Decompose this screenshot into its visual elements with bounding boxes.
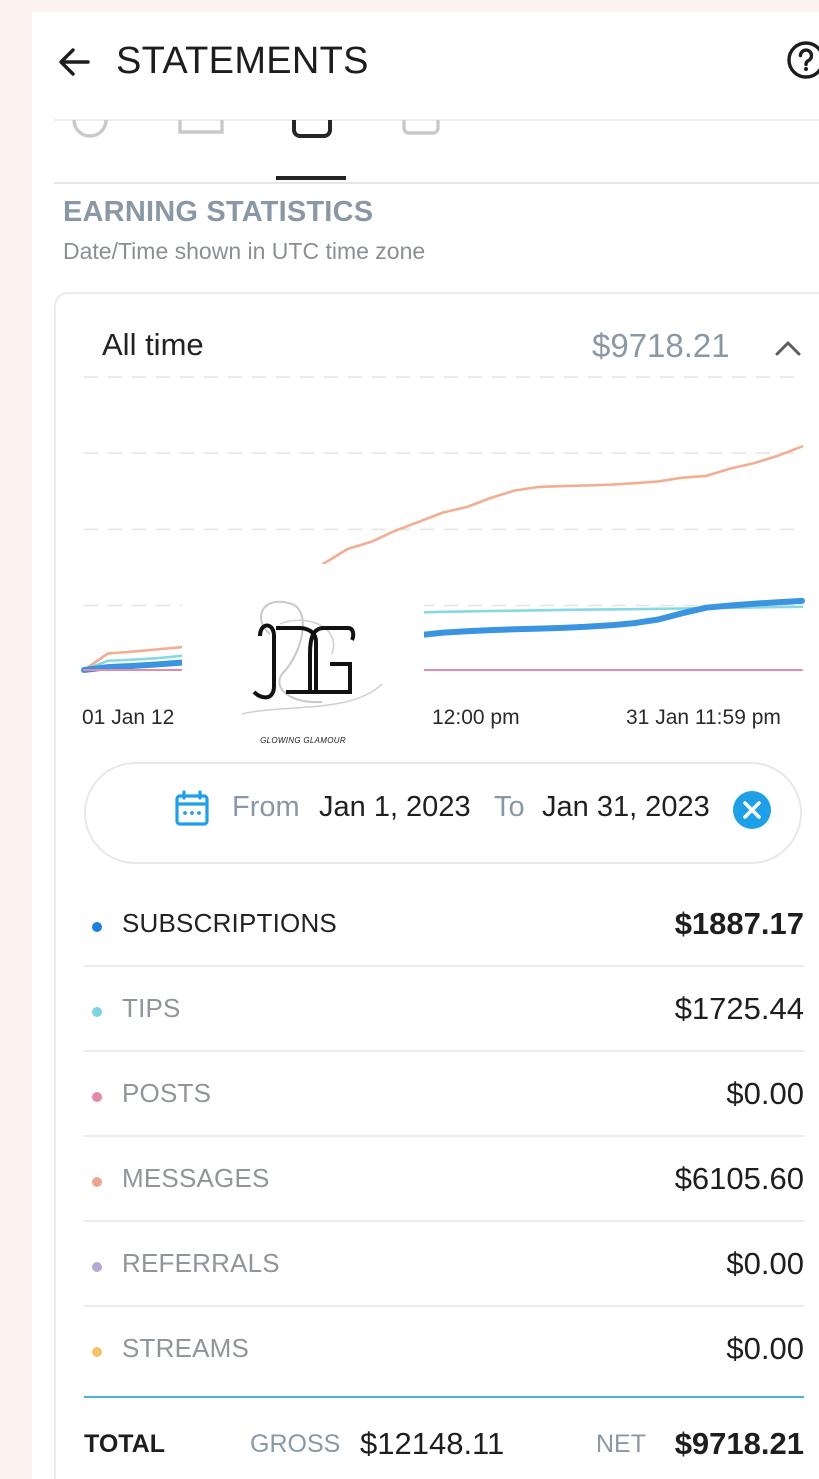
- breakdown-label: STREAMS: [122, 1333, 250, 1363]
- gross-value: $12148.11: [360, 1426, 505, 1461]
- statements-screen: STATEMENTS EARNING STATISTICS Date/Time …: [32, 12, 819, 1479]
- date-from-word: From: [232, 791, 300, 823]
- legend-dot: [92, 1092, 102, 1102]
- x-tick-label: 12:00 pm: [432, 706, 520, 729]
- legend-dot: [92, 1262, 102, 1272]
- legend-dot: [92, 1177, 102, 1187]
- net-value: $9718.21: [674, 1426, 804, 1461]
- x-tick-label: 01 Jan 12: [82, 706, 175, 729]
- legend-dot: [92, 922, 102, 932]
- x-tick-label: 31 Jan 11:59 pm: [626, 706, 781, 729]
- breakdown-label: SUBSCRIPTIONS: [122, 908, 337, 938]
- date-from-value[interactable]: Jan 1, 2023: [319, 791, 471, 824]
- total-label: TOTAL: [84, 1430, 166, 1458]
- breakdown-amount: $0.00: [726, 1076, 804, 1111]
- breakdown-label: POSTS: [122, 1078, 212, 1108]
- breakdown-amount: $6105.60: [674, 1161, 804, 1196]
- breakdown-row-posts: POSTS $0.00: [84, 1052, 804, 1137]
- gross-label: GROSS: [250, 1430, 341, 1458]
- gg-monogram-logo: [241, 600, 383, 715]
- legend-dot: [92, 1347, 102, 1357]
- breakdown-label: REFERRALS: [122, 1248, 280, 1278]
- breakdown-amount: $1887.17: [674, 906, 804, 941]
- total-row: TOTAL GROSS $12148.11 NET $9718.21: [84, 1412, 804, 1472]
- date-to-word: To: [494, 791, 525, 823]
- breakdown-row-tips: TIPS $1725.44: [84, 967, 804, 1052]
- net-label: NET: [596, 1430, 646, 1458]
- breakdown-amount: $0.00: [726, 1246, 804, 1281]
- legend-dot: [92, 1007, 102, 1017]
- earnings-chart: [81, 376, 805, 673]
- calendar-icon[interactable]: [172, 788, 212, 828]
- watermark-logo: GLOWING GLAMOUR: [182, 564, 424, 774]
- date-to-value[interactable]: Jan 31, 2023: [542, 791, 710, 824]
- breakdown-row-subscriptions: SUBSCRIPTIONS $1887.17: [84, 882, 804, 967]
- breakdown-row-referrals: REFERRALS $0.00: [84, 1222, 804, 1307]
- breakdown-amount: $1725.44: [674, 991, 804, 1026]
- breakdown-row-streams: STREAMS $0.00: [84, 1307, 804, 1392]
- total-divider: [84, 1396, 804, 1398]
- breakdown-label: MESSAGES: [122, 1163, 270, 1193]
- breakdown-amount: $0.00: [726, 1331, 804, 1366]
- breakdown-label: TIPS: [122, 993, 181, 1023]
- breakdown-row-messages: MESSAGES $6105.60: [84, 1137, 804, 1222]
- watermark-caption: GLOWING GLAMOUR: [260, 736, 346, 745]
- clear-circle-icon[interactable]: [732, 790, 772, 830]
